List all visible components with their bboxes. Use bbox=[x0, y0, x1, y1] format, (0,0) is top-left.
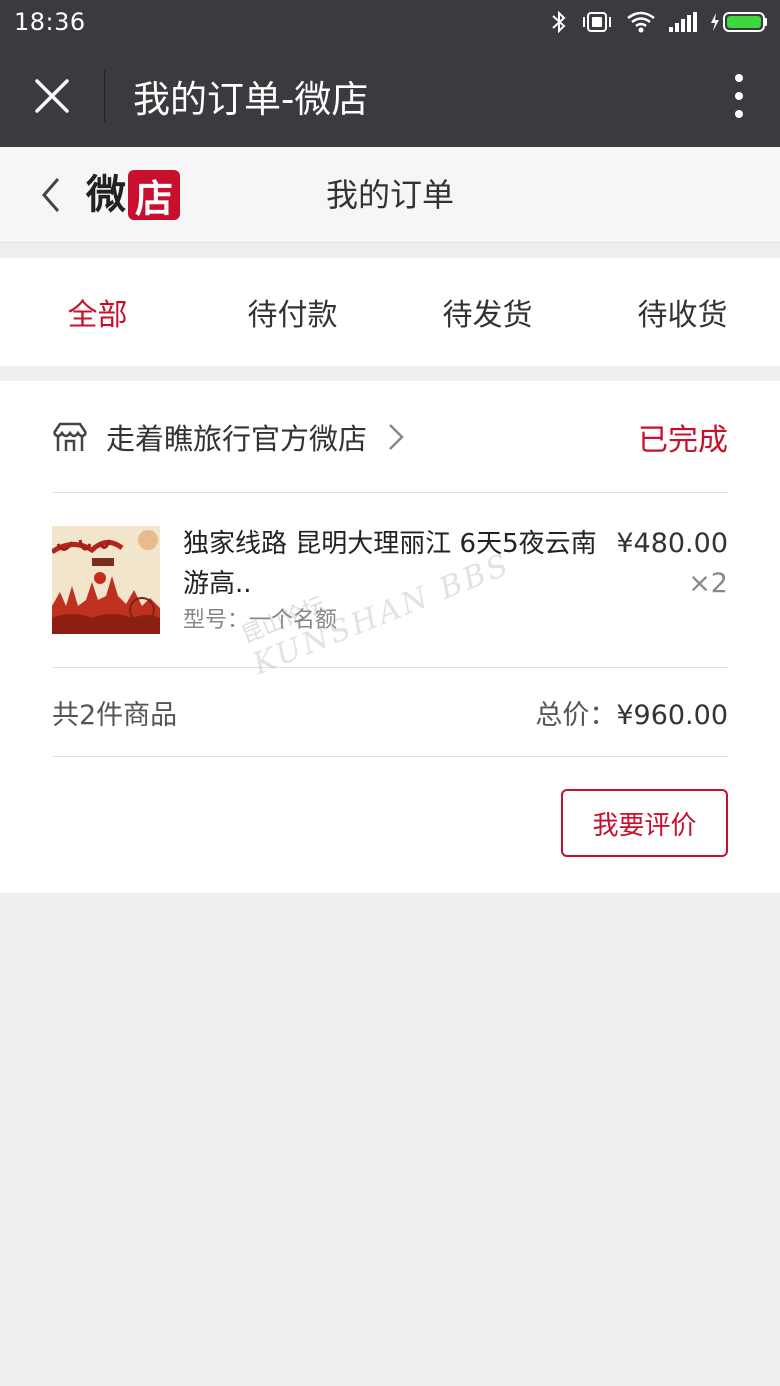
product-quantity: ×2 bbox=[688, 568, 728, 599]
tab-all[interactable]: 全部 bbox=[0, 258, 195, 366]
tab-pending-payment[interactable]: 待付款 bbox=[195, 258, 390, 366]
status-bar: 18:36 bbox=[0, 0, 780, 44]
more-options-button[interactable] bbox=[698, 44, 780, 147]
shop-name: 走着瞧旅行官方微店 bbox=[106, 421, 368, 456]
logo-text-dian: 店 bbox=[128, 170, 180, 221]
total-label: 总价： bbox=[535, 700, 617, 731]
chevron-left-icon bbox=[42, 178, 60, 212]
weidian-logo[interactable]: 微 店 bbox=[86, 170, 180, 221]
close-button[interactable] bbox=[0, 44, 104, 147]
order-shop-row[interactable]: 走着瞧旅行官方微店 已完成 bbox=[52, 381, 728, 493]
more-vertical-icon bbox=[735, 73, 743, 118]
back-button[interactable] bbox=[34, 173, 70, 217]
product-spec: 型号：一个名额 bbox=[183, 608, 338, 633]
product-thumbnail[interactable] bbox=[52, 526, 160, 634]
shop-header: 微 店 我的订单 bbox=[0, 147, 780, 243]
status-icons bbox=[550, 10, 768, 34]
product-row[interactable]: 独家线路 昆明大理丽江 6天5夜云南游高.. 型号：一个名额 ¥480.00 ×… bbox=[52, 494, 728, 668]
bluetooth-icon bbox=[552, 10, 566, 34]
title-divider bbox=[104, 69, 105, 122]
product-name: 独家线路 昆明大理丽江 6天5夜云南游高.. bbox=[183, 529, 597, 599]
store-icon bbox=[52, 422, 88, 451]
order-total: 总价：¥960.00 bbox=[535, 693, 728, 732]
chevron-right-icon bbox=[389, 423, 404, 450]
close-icon bbox=[35, 78, 69, 113]
tab-pending-shipment[interactable]: 待发货 bbox=[390, 258, 585, 366]
webview-title-bar: 我的订单-微店 bbox=[0, 44, 780, 147]
review-button[interactable]: 我要评价 bbox=[561, 789, 728, 857]
battery-icon bbox=[711, 12, 767, 32]
window-title: 我的订单-微店 bbox=[133, 77, 369, 121]
order-summary-row: 共2件商品 总价：¥960.00 bbox=[52, 669, 728, 757]
order-card: 走着瞧旅行官方微店 已完成 独家线路 昆明大理丽江 6天5夜云南游高.. 型号：… bbox=[0, 381, 780, 893]
vibrate-icon bbox=[583, 12, 611, 32]
status-time: 18:36 bbox=[14, 8, 86, 36]
item-count: 共2件商品 bbox=[52, 700, 178, 731]
signal-icon bbox=[669, 12, 697, 32]
logo-text-wei: 微 bbox=[86, 172, 126, 218]
wifi-icon bbox=[627, 11, 655, 33]
total-value: ¥960.00 bbox=[616, 700, 728, 731]
order-status: 已完成 bbox=[638, 422, 728, 458]
product-thumbnail-image bbox=[52, 526, 160, 634]
tab-pending-receipt[interactable]: 待收货 bbox=[585, 258, 780, 366]
product-price: ¥480.00 bbox=[616, 528, 728, 559]
order-tabs: 全部 待付款 待发货 待收货 bbox=[0, 258, 780, 366]
